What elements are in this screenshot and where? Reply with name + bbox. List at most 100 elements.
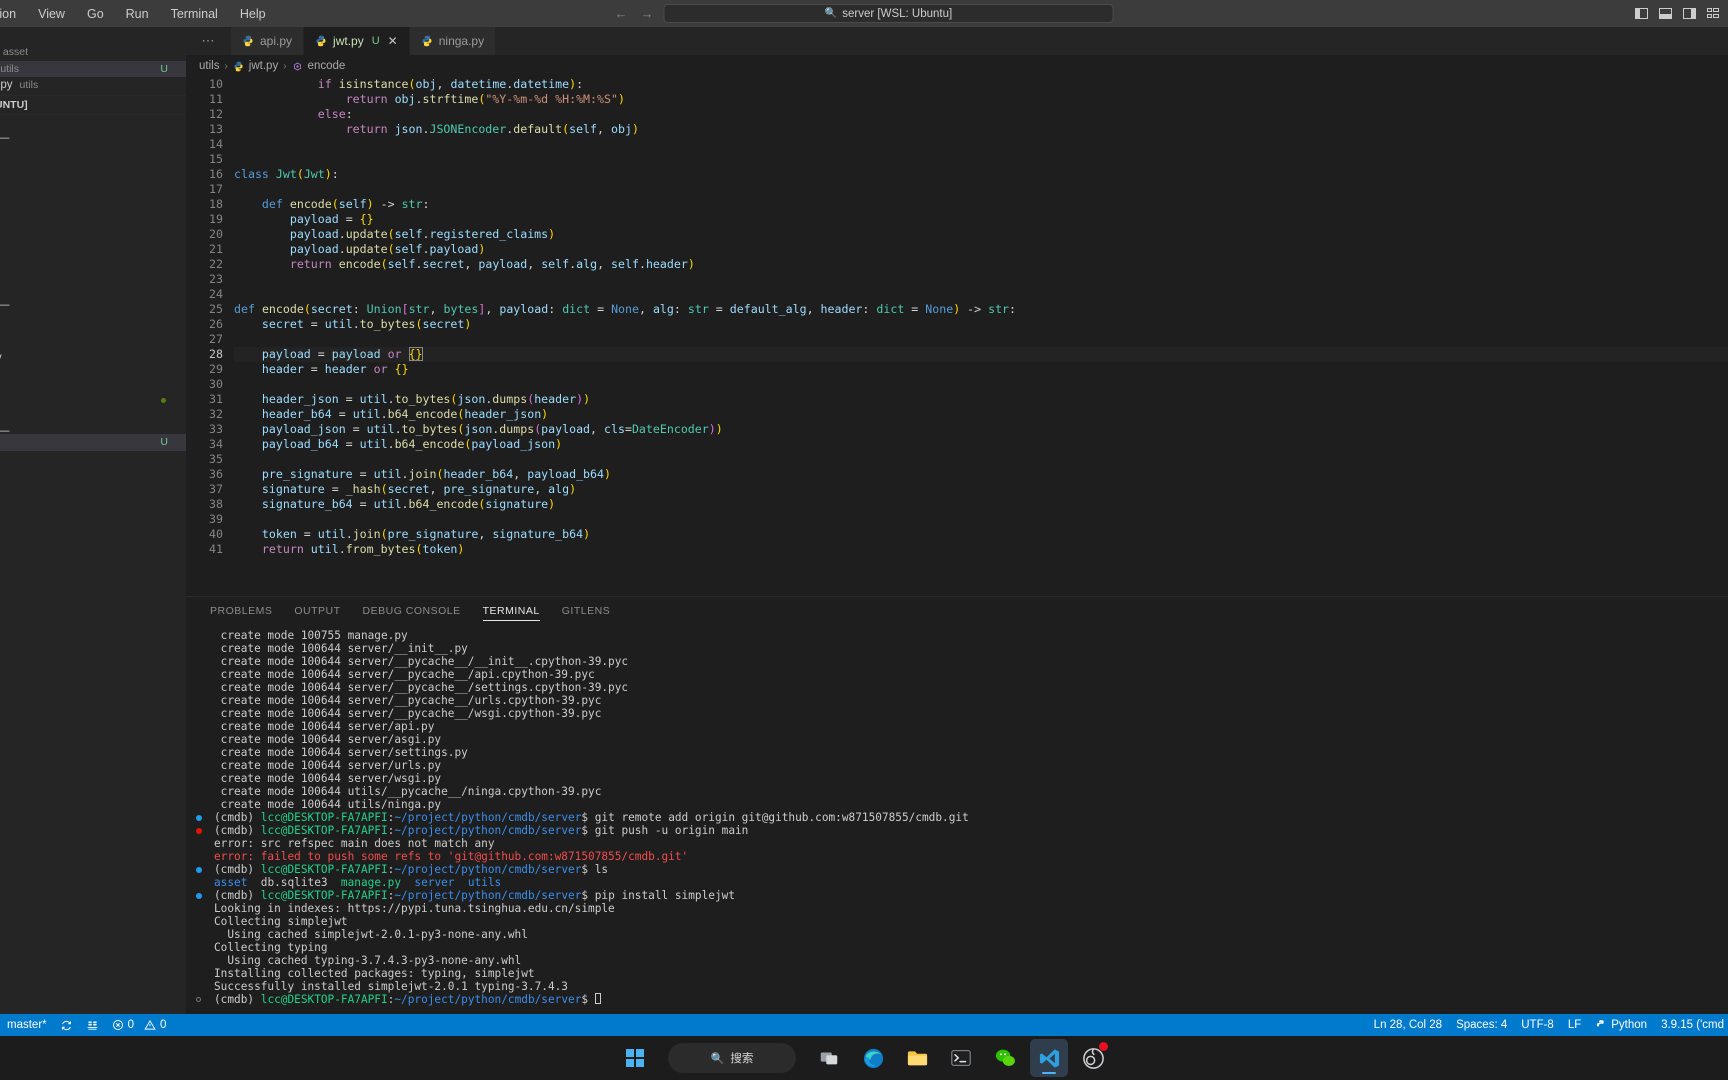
explorer-file-row[interactable]: .py	[0, 233, 186, 250]
code-line[interactable]: payload.update(self.registered_claims)	[234, 227, 1728, 242]
code-line[interactable]: if isinstance(obj, datetime.datetime):	[234, 77, 1728, 92]
explorer-file-row[interactable]: nga.py utils	[0, 77, 186, 94]
code-line[interactable]: payload.update(self.payload)	[234, 242, 1728, 257]
vscode-icon[interactable]	[1030, 1039, 1068, 1077]
explorer-file-row[interactable]: .py	[0, 175, 186, 192]
toggle-secondary-sidebar-icon[interactable]	[1683, 8, 1696, 19]
explorer-file-row[interactable]: y	[0, 250, 186, 267]
task-view-icon[interactable]	[810, 1039, 848, 1077]
explorer-folder-header[interactable]: SL: UBUNTU]	[0, 97, 186, 114]
explorer-file-row[interactable]: e3	[0, 467, 186, 484]
panel-tab-problems[interactable]: PROBLEMS	[199, 597, 283, 625]
code-line[interactable]	[234, 152, 1728, 167]
explorer-file-row[interactable]: i.pyasset	[0, 44, 186, 61]
start-windows-icon[interactable]	[616, 1039, 654, 1077]
explorer-file-row[interactable]: is.py	[0, 350, 186, 367]
code-line[interactable]: else:	[234, 107, 1728, 122]
editor-tab-ninga-py[interactable]: ninga.py	[409, 27, 497, 55]
breadcrumb-file[interactable]: jwt.py	[249, 60, 278, 72]
code-line[interactable]: header = header or {}	[234, 362, 1728, 377]
editor-tab-api-py[interactable]: api.py	[231, 27, 305, 55]
forward-arrow-icon[interactable]: →	[641, 6, 654, 21]
code-line[interactable]: header_json = util.to_bytes(json.dumps(h…	[234, 392, 1728, 407]
explorer-file-row[interactable]: che__	[0, 418, 186, 435]
explorer-file-row[interactable]: y	[0, 376, 186, 393]
code-line[interactable]: signature = _hash(secret, pre_signature,…	[234, 482, 1728, 497]
status-cursor-position[interactable]: Ln 28, Col 28	[1374, 1019, 1442, 1031]
code-line[interactable]: def encode(secret: Union[str, bytes], pa…	[234, 302, 1728, 317]
edge-browser-icon[interactable]	[854, 1039, 892, 1077]
code-line[interactable]: header_b64 = util.b64_encode(header_json…	[234, 407, 1728, 422]
status-language-mode[interactable]: Python	[1595, 1019, 1647, 1032]
explorer-file-row[interactable]: py	[0, 451, 186, 468]
taskbar-search-box[interactable]: 🔍 搜索	[668, 1043, 796, 1073]
explorer-file-row[interactable]: che__	[0, 125, 186, 142]
sync-icon[interactable]	[60, 1019, 73, 1032]
code-content[interactable]: if isinstance(obj, datetime.datetime): r…	[234, 77, 1728, 596]
overview-ruler[interactable]	[1714, 77, 1728, 596]
code-line[interactable]: signature_b64 = util.b64_encode(signatur…	[234, 497, 1728, 512]
code-line[interactable]: payload_b64 = util.b64_encode(payload_js…	[234, 437, 1728, 452]
explorer-file-row[interactable]: _.py	[0, 308, 186, 325]
code-line[interactable]: payload_json = util.to_bytes(json.dumps(…	[234, 422, 1728, 437]
tab-overflow-icon[interactable]: ⋯	[186, 27, 231, 55]
code-line[interactable]: return util.from_bytes(token)	[234, 542, 1728, 557]
code-line[interactable]	[234, 137, 1728, 152]
back-arrow-icon[interactable]: ←	[615, 6, 628, 21]
menu-item-help[interactable]: Help	[229, 4, 277, 24]
panel-tab-terminal[interactable]: TERMINAL	[472, 597, 551, 625]
code-line[interactable]	[234, 332, 1728, 347]
explorer-file-row[interactable]: s.py	[0, 217, 186, 234]
code-line[interactable]: return json.JSONEncoder.default(self, ob…	[234, 122, 1728, 137]
explorer-file-row[interactable]: U	[0, 434, 186, 451]
close-icon[interactable]: ✕	[388, 35, 398, 47]
command-center-search[interactable]: 🔍 server [WSL: Ubuntu]	[663, 4, 1114, 23]
explorer-file-row[interactable]: .pyutilsU	[0, 60, 186, 77]
toggle-primary-sidebar-icon[interactable]	[1635, 8, 1648, 19]
explorer-file-row[interactable]: _.py	[0, 158, 186, 175]
code-line[interactable]: return obj.strftime("%Y-%m-%d %H:%M:%S")	[234, 92, 1728, 107]
remote-window-icon[interactable]	[86, 1019, 99, 1032]
explorer-file-row[interactable]: y	[0, 200, 186, 217]
explorer-file-row[interactable]: ions	[0, 142, 186, 159]
status-python-interpreter[interactable]: 3.9.15 ('cmd	[1661, 1019, 1724, 1031]
code-line[interactable]: secret = util.to_bytes(secret)	[234, 317, 1728, 332]
menu-item-election[interactable]: election	[0, 4, 27, 24]
code-line[interactable]: return encode(self.secret, payload, self…	[234, 257, 1728, 272]
breadcrumb-folder[interactable]: utils	[199, 60, 219, 72]
toggle-panel-icon[interactable]	[1659, 8, 1672, 19]
panel-tab-debug-console[interactable]: DEBUG CONSOLE	[352, 597, 472, 625]
status-encoding[interactable]: UTF-8	[1521, 1019, 1554, 1031]
code-line[interactable]: class Jwt(Jwt):	[234, 167, 1728, 182]
menu-item-view[interactable]: View	[27, 4, 76, 24]
menu-item-go[interactable]: Go	[76, 4, 115, 24]
status-branch[interactable]: master*	[7, 1019, 47, 1031]
obs-icon[interactable]	[1074, 1039, 1112, 1077]
panel-tab-output[interactable]: OUTPUT	[283, 597, 351, 625]
file-explorer-icon[interactable]	[898, 1039, 936, 1077]
terminal-view[interactable]: create mode 100755 manage.py create mode…	[186, 625, 1728, 1014]
panel-tab-gitlens[interactable]: GITLENS	[551, 597, 621, 625]
explorer-file-row[interactable]: py	[0, 266, 186, 283]
explorer-file-row[interactable]	[0, 392, 186, 409]
customize-layout-icon[interactable]	[1707, 8, 1720, 19]
editor-tab-jwt-py[interactable]: jwt.py U ✕	[304, 27, 410, 55]
terminal-output[interactable]: create mode 100755 manage.py create mode…	[186, 629, 1728, 1006]
code-line[interactable]: payload = payload or {}	[234, 347, 1728, 362]
navigation-arrows[interactable]: ← →	[615, 6, 654, 21]
status-indentation[interactable]: Spaces: 4	[1456, 1019, 1507, 1031]
status-problems[interactable]: 0 0	[112, 1019, 166, 1032]
terminal-icon[interactable]	[942, 1039, 980, 1077]
wechat-icon[interactable]	[986, 1039, 1024, 1077]
code-editor[interactable]: 10 11 12 13 14 15 16 17 18 19 20 21 22 23 24 25 26 27 28 29…	[186, 77, 1728, 596]
explorer-file-row[interactable]: y	[0, 334, 186, 351]
code-line[interactable]: pre_signature = util.join(header_b64, pa…	[234, 467, 1728, 482]
menu-item-run[interactable]: Run	[115, 4, 160, 24]
code-line[interactable]	[234, 377, 1728, 392]
code-line[interactable]	[234, 512, 1728, 527]
code-line[interactable]: token = util.join(pre_signature, signatu…	[234, 527, 1728, 542]
code-line[interactable]	[234, 452, 1728, 467]
code-line[interactable]	[234, 272, 1728, 287]
breadcrumb-symbol[interactable]: encode	[308, 60, 346, 72]
code-line[interactable]: payload = {}	[234, 212, 1728, 227]
